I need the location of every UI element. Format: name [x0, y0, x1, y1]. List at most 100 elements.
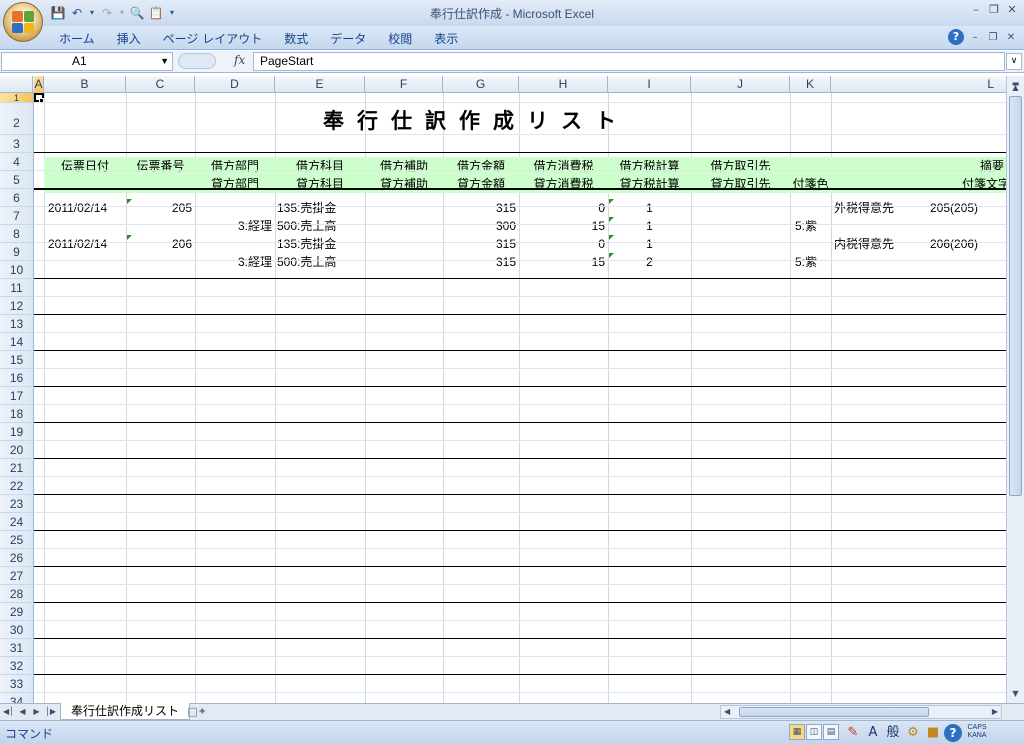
tab-data[interactable]: データ — [319, 30, 377, 48]
row-header-27[interactable]: 27 — [0, 567, 34, 585]
column-header-k[interactable]: K — [790, 76, 831, 93]
workbook-close-icon[interactable]: ✕ — [1004, 32, 1018, 43]
record2-tag-color[interactable]: 5:紫 — [795, 253, 831, 271]
ime-mode-icon[interactable]: A — [864, 724, 882, 742]
record2-credit-tax[interactable]: 15 — [519, 253, 605, 271]
tab-page-layout[interactable]: ページ レイアウト — [152, 30, 274, 48]
record2-debit-account[interactable]: 135:売掛金 — [277, 235, 365, 253]
column-header-e[interactable]: E — [275, 76, 365, 93]
record2-memo[interactable]: 内税得意先 — [834, 235, 924, 253]
row-header-3[interactable]: 3 — [0, 135, 34, 153]
first-sheet-icon[interactable]: ◀│ — [3, 705, 14, 719]
row-header-23[interactable]: 23 — [0, 495, 34, 513]
scroll-right-icon[interactable]: ▶ — [992, 706, 998, 718]
insert-function-icon[interactable]: fx — [234, 53, 245, 67]
row-header-16[interactable]: 16 — [0, 369, 34, 387]
column-header-a[interactable]: A — [34, 76, 44, 93]
record1-credit-taxcalc[interactable]: 1 — [608, 217, 691, 235]
record1-credit-dept[interactable]: 3:経理 — [195, 217, 272, 235]
vertical-scrollbar[interactable]: ▬ ▲ ▼ — [1006, 76, 1024, 703]
row-header-6[interactable]: 6 — [0, 189, 34, 207]
row-header-28[interactable]: 28 — [0, 585, 34, 603]
row-header-10[interactable]: 10 — [0, 261, 34, 279]
row-header-11[interactable]: 11 — [0, 279, 34, 297]
column-header-c[interactable]: C — [126, 76, 195, 93]
row-header-30[interactable]: 30 — [0, 621, 34, 639]
record2-voucher-no[interactable]: 206 — [126, 235, 192, 253]
record1-memo[interactable]: 外税得意先 — [834, 199, 924, 217]
prev-sheet-icon[interactable]: ◀ — [17, 705, 28, 719]
workbook-minimize-icon[interactable]: – — [968, 32, 982, 43]
row-header-8[interactable]: 8 — [0, 225, 34, 243]
tab-formulas[interactable]: 数式 — [273, 30, 319, 48]
column-header-b[interactable]: B — [44, 76, 126, 93]
close-icon[interactable]: ✕ — [1004, 2, 1020, 18]
scroll-down-icon[interactable]: ▼ — [1008, 686, 1023, 701]
record2-note[interactable]: 206(206) — [930, 235, 1006, 253]
column-header-f[interactable]: F — [365, 76, 443, 93]
row-header-32[interactable]: 32 — [0, 657, 34, 675]
row-header-29[interactable]: 29 — [0, 603, 34, 621]
expand-formula-bar-icon[interactable]: ∨ — [1006, 53, 1022, 70]
row-header-21[interactable]: 21 — [0, 459, 34, 477]
ime-pen-icon[interactable]: ✎ — [844, 724, 862, 742]
row-header-15[interactable]: 15 — [0, 351, 34, 369]
row-header-9[interactable]: 9 — [0, 243, 34, 261]
record1-debit-tax[interactable]: 0 — [519, 199, 605, 217]
select-all-button[interactable] — [0, 76, 33, 93]
row-header-5[interactable]: 5 — [0, 171, 34, 189]
record1-debit-amount[interactable]: 315 — [443, 199, 516, 217]
horizontal-scroll-thumb[interactable] — [739, 707, 929, 717]
row-header-33[interactable]: 33 — [0, 675, 34, 693]
column-header-l[interactable]: L — [831, 76, 1006, 93]
row-header-20[interactable]: 20 — [0, 441, 34, 459]
ime-help-icon[interactable]: ? — [944, 724, 962, 742]
record2-debit-tax[interactable]: 0 — [519, 235, 605, 253]
column-header-i[interactable]: I — [608, 76, 691, 93]
record1-note[interactable]: 205(205) — [930, 199, 1006, 217]
record1-credit-tax[interactable]: 15 — [519, 217, 605, 235]
normal-view-icon[interactable]: ▦ — [789, 724, 805, 740]
record1-debit-taxcalc[interactable]: 1 — [608, 199, 691, 217]
tab-review[interactable]: 校閲 — [377, 30, 423, 48]
last-sheet-icon[interactable]: │▶ — [45, 705, 56, 719]
office-button[interactable] — [3, 2, 43, 42]
row-header-1[interactable]: 1 — [0, 93, 34, 103]
workbook-restore-icon[interactable]: ❐ — [986, 32, 1000, 43]
row-header-17[interactable]: 17 — [0, 387, 34, 405]
record1-credit-amount[interactable]: 300 — [443, 217, 516, 235]
record2-credit-amount[interactable]: 315 — [443, 253, 516, 271]
next-sheet-icon[interactable]: ▶ — [31, 705, 42, 719]
record1-credit-account[interactable]: 500:売上高 — [277, 217, 365, 235]
page-layout-view-icon[interactable]: ◫ — [806, 724, 822, 740]
record1-date[interactable]: 2011/02/14 — [48, 199, 126, 217]
row-header-14[interactable]: 14 — [0, 333, 34, 351]
row-header-22[interactable]: 22 — [0, 477, 34, 495]
row-header-2[interactable]: 2 — [0, 103, 34, 135]
record1-debit-account[interactable]: 135:売掛金 — [277, 199, 365, 217]
row-header-25[interactable]: 25 — [0, 531, 34, 549]
record2-credit-account[interactable]: 500:売上高 — [277, 253, 365, 271]
formula-input[interactable]: PageStart — [253, 52, 1005, 71]
scroll-up-icon[interactable]: ▲ — [1008, 80, 1023, 95]
row-header-34[interactable]: 34 — [0, 693, 34, 703]
name-box-dropdown-icon[interactable]: ▼ — [160, 53, 169, 70]
record2-debit-taxcalc[interactable]: 1 — [608, 235, 691, 253]
tab-home[interactable]: ホーム — [48, 30, 106, 48]
formula-bar-grip[interactable] — [178, 53, 216, 69]
worksheet-grid[interactable]: 奉行仕訳作成リスト 伝票日付 伝票番号 借方部門 借方科目 借方補助 借方金額 … — [0, 93, 1006, 703]
help-icon[interactable]: ? — [948, 29, 964, 45]
row-header-13[interactable]: 13 — [0, 315, 34, 333]
record1-tag-color[interactable]: 5:紫 — [795, 217, 831, 235]
row-header-26[interactable]: 26 — [0, 549, 34, 567]
tab-view[interactable]: 表示 — [423, 30, 469, 48]
insert-sheet-icon[interactable]: □✦ — [182, 704, 212, 720]
row-header-19[interactable]: 19 — [0, 423, 34, 441]
sheet-tab-active[interactable]: 奉行仕訳作成リスト — [60, 703, 191, 720]
row-header-12[interactable]: 12 — [0, 297, 34, 315]
record2-credit-dept[interactable]: 3:経理 — [195, 253, 272, 271]
row-header-4[interactable]: 4 — [0, 153, 34, 171]
column-header-d[interactable]: D — [195, 76, 275, 93]
vertical-scroll-thumb[interactable] — [1009, 96, 1022, 496]
record1-voucher-no[interactable]: 205 — [126, 199, 192, 217]
